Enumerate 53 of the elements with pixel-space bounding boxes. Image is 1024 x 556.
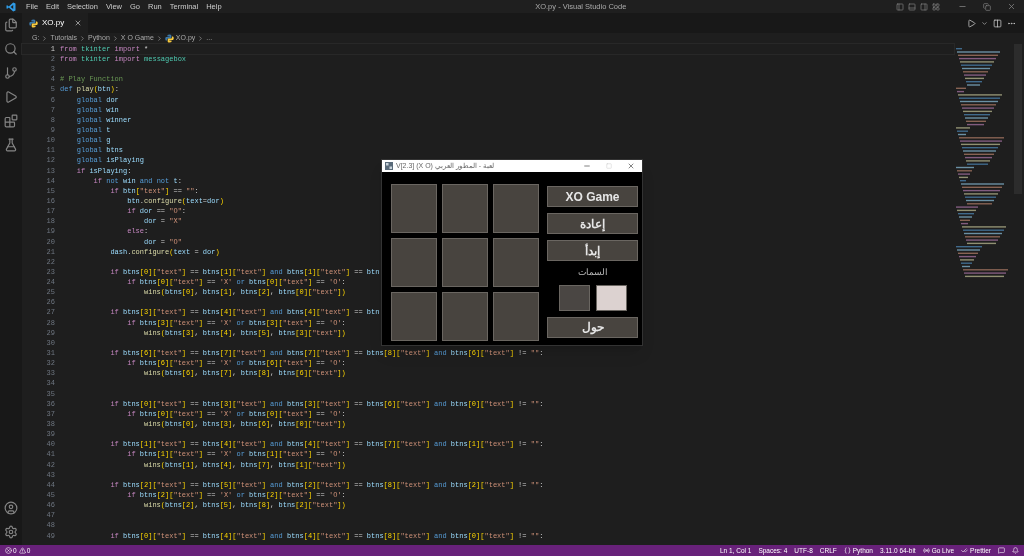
warning-icon (18, 547, 26, 554)
run-icon[interactable] (967, 18, 976, 28)
caret-icon[interactable] (981, 19, 988, 27)
python-file-icon (29, 18, 38, 28)
editor-tab[interactable]: XO.py (22, 13, 88, 33)
explorer-icon[interactable] (4, 18, 18, 32)
search-icon[interactable] (4, 42, 18, 56)
customize-layout-icon[interactable] (932, 2, 940, 11)
error-icon (5, 547, 12, 554)
toggle-sidebar-icon[interactable] (896, 2, 904, 11)
chevron-icon (79, 35, 86, 42)
chevron-icon (41, 35, 49, 42)
restore-icon[interactable] (983, 2, 991, 11)
board-cell[interactable] (391, 184, 437, 233)
themes-label: السمات (577, 266, 608, 279)
settings-icon[interactable] (4, 525, 18, 539)
chevron-icon (197, 35, 205, 42)
notifications-icon[interactable] (1012, 547, 1019, 554)
toggle-panel-icon[interactable] (908, 2, 916, 11)
board-cell[interactable] (391, 292, 437, 341)
source-control-icon[interactable] (4, 66, 18, 80)
toggle-secondary-sidebar-icon[interactable] (920, 2, 928, 11)
close-tab-icon[interactable] (74, 19, 82, 27)
board-cell[interactable] (442, 292, 488, 341)
restart-button[interactable]: إعادة (547, 213, 638, 234)
flask-icon[interactable] (4, 138, 18, 152)
double-check-icon (961, 547, 969, 554)
braces-icon (843, 547, 851, 554)
close-icon[interactable] (1007, 2, 1016, 11)
python-file-icon (164, 34, 174, 43)
app-window-icon (385, 162, 393, 170)
feedback-icon[interactable] (998, 547, 1005, 554)
start-button[interactable]: إبدأ (547, 240, 638, 261)
extensions-icon[interactable] (4, 114, 18, 128)
theme-swatch[interactable] (595, 284, 627, 311)
board-cell[interactable] (493, 238, 539, 287)
account-icon[interactable] (4, 501, 18, 515)
theme-swatch[interactable] (558, 284, 590, 311)
title-button[interactable]: XO Game (547, 186, 638, 207)
about-button[interactable]: حول (547, 316, 638, 338)
split-editor-icon[interactable] (993, 18, 1002, 28)
chevron-icon (111, 35, 119, 42)
app-logo-icon (6, 1, 16, 12)
close-icon[interactable] (627, 162, 635, 170)
board-cell[interactable] (493, 292, 539, 341)
run-debug-icon[interactable] (4, 90, 18, 104)
board-cell[interactable] (493, 184, 539, 233)
chevron-icon (155, 35, 163, 42)
minimize-icon[interactable] (583, 162, 591, 170)
broadcast-icon (922, 547, 930, 554)
board-cell[interactable] (391, 238, 437, 287)
board-cell[interactable] (442, 238, 488, 287)
board-cell[interactable] (442, 184, 488, 233)
